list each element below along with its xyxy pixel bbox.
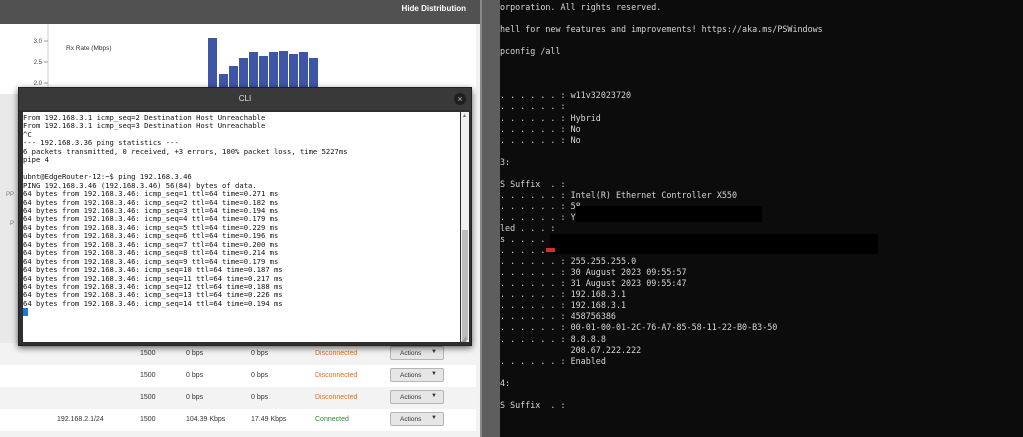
redaction-marker (546, 248, 555, 252)
rx-cell: 0 bps (251, 394, 269, 401)
rx-rate-chart: 3.0 2.5 2.0 Rx Rate (Mbps) (34, 24, 318, 94)
console-line: . . . . . . : Intel(R) Ethernet Controll… (500, 189, 737, 200)
tx-cell: 0 bps (186, 350, 204, 357)
tx-cell: 0 bps (186, 394, 204, 401)
status-cell: Disconnected (315, 350, 358, 357)
terminal-cursor (23, 308, 28, 317)
console-line: . . . . . . : 192.168.3.1 (500, 300, 627, 311)
console-line: 4: (500, 377, 511, 388)
address-cell: 192.168.2.1/24 (57, 416, 104, 423)
rx-cell: 0 bps (251, 372, 269, 379)
tx-cell: 0 bps (186, 372, 204, 379)
scrollbar-thumb[interactable] (462, 230, 468, 340)
console-line: S Suffix . : (500, 178, 566, 189)
y-tick-label: 2.5 (34, 60, 43, 66)
status-cell: Connected (315, 416, 349, 423)
actions-button[interactable]: Actions ▼ (390, 368, 444, 382)
console-line: hell for new features and improvements! … (500, 24, 823, 35)
actions-label: Actions (400, 416, 422, 423)
redaction-block (576, 206, 762, 222)
dashboard-topbar: Hide Distribution (0, 0, 480, 24)
side-label: P (10, 221, 15, 227)
terminal-line: pipe 4 (23, 155, 49, 165)
status-cell: Disconnected (315, 394, 358, 401)
table-row: 1500 0 bps 0 bps Disconnected Actions ▼ (0, 387, 476, 409)
redaction-block (550, 234, 878, 254)
mtu-cell: 1500 (140, 372, 156, 379)
console-line: . . . . . . : 192.168.3.1 (500, 289, 627, 300)
scroll-up-icon[interactable]: ▲ (462, 113, 467, 119)
rx-cell: 17.49 Kbps (251, 416, 287, 423)
cli-scrollbar[interactable]: ▲ (461, 112, 469, 342)
console-line: . . . . . . : Hybrid (500, 112, 601, 123)
traffic-chart-panel: 3.0 2.5 2.0 Rx Rate (Mbps) (0, 24, 476, 94)
chart-legend: Rx Rate (Mbps) (66, 45, 112, 52)
y-tick-label: 3.0 (34, 39, 43, 45)
caret-down-icon: ▼ (431, 393, 437, 399)
actions-button[interactable]: Actions ▼ (390, 390, 444, 404)
console-line: . . . . . . : 31 August 2023 09:55:47 (500, 278, 687, 289)
console-line: . . . . . . : No (500, 134, 581, 145)
caret-down-icon: ▼ (431, 349, 437, 355)
actions-label: Actions (400, 350, 422, 357)
interface-list-edge: PP P (0, 94, 20, 344)
actions-label: Actions (400, 372, 422, 379)
mtu-cell: 1500 (140, 394, 156, 401)
console-line: . . . . . . : 30 August 2023 09:55:57 (500, 267, 687, 278)
console-line: . . . . . . : 458756386 (500, 311, 616, 322)
rx-cell: 0 bps (251, 350, 269, 357)
console-line: . . . . . . : Yes (500, 211, 586, 222)
terminal-line: ubnt@EdgeRouter-12:~$ ping 192.168.3.46 (23, 172, 192, 182)
close-icon[interactable]: × (454, 93, 466, 105)
terminal-line: 64 bytes from 192.168.3.46: icmp_seq=1 t… (23, 189, 279, 199)
console-line: orporation. All rights reserved. (500, 2, 662, 12)
table-row: 1500 0 bps 0 bps Disconnected Actions ▼ (0, 343, 476, 365)
console-line: . . . . . . : w11v32023720 (500, 90, 632, 101)
console-line: . . . . . . : 8.8.8.8 (500, 333, 606, 344)
cli-titlebar[interactable]: CLI × (19, 88, 471, 110)
actions-label: Actions (400, 394, 422, 401)
resize-grip-icon[interactable]: ◢ (461, 335, 469, 343)
terminal-line: From 192.168.3.1 icmp_seq=3 Destination … (23, 121, 266, 131)
rx-rate-bars (208, 38, 318, 94)
cli-title: CLI (238, 94, 252, 103)
powershell-window[interactable]: orporation. All rights reserved. hell for… (500, 0, 1023, 437)
console-line: . . . . . . : 255.255.255.0 (500, 256, 637, 267)
tx-cell: 104.39 Kbps (186, 416, 226, 423)
console-line: led . . . : (500, 223, 556, 233)
hide-distribution-link[interactable]: Hide Distribution (402, 4, 466, 13)
status-cell: Disconnected (315, 372, 358, 379)
actions-button[interactable]: Actions ▼ (390, 412, 444, 426)
cli-window: CLI × From 192.168.3.1 icmp_seq=2 Destin… (18, 87, 472, 346)
console-line: 3: (500, 156, 511, 167)
console-line: 208.67.222.222 (500, 344, 642, 355)
console-line: . . . . . . : (500, 101, 566, 112)
actions-button[interactable]: Actions ▼ (390, 346, 444, 360)
terminal-line: 6 packets transmitted, 0 received, +3 er… (23, 146, 348, 156)
terminal-line: 64 bytes from 192.168.3.46: icmp_seq=14 … (23, 298, 283, 308)
console-line: . . . . . . : No (500, 123, 581, 134)
caret-down-icon: ▼ (431, 371, 437, 377)
console-line: S Suffix . : (500, 399, 566, 410)
pane-divider[interactable] (480, 0, 500, 437)
terminal-line: 64 bytes from 192.168.3.46: icmp_seq=10 … (23, 265, 283, 275)
console-line: pconfig /all (500, 46, 561, 57)
caret-down-icon: ▼ (431, 415, 437, 421)
console-line: s . . . . . (500, 234, 556, 245)
side-label: PP (6, 192, 15, 198)
terminal-line: 64 bytes from 192.168.3.46: icmp_seq=8 t… (23, 248, 279, 258)
cli-terminal[interactable]: From 192.168.3.1 icmp_seq=2 Destination … (23, 112, 460, 342)
mtu-cell: 1500 (140, 350, 156, 357)
table-row: 1500 0 bps 0 bps Disconnected Actions ▼ (0, 365, 476, 387)
table-row: 192.168.2.1/24 1500 104.39 Kbps 17.49 Kb… (0, 409, 476, 431)
console-line: . . . . . . : Enabled (500, 355, 606, 366)
chart-bar (208, 38, 217, 94)
console-line: . . . . . . : 00-01-00-01-2C-76-A7-85-58… (500, 322, 778, 333)
console-line: . . . . . . : 58- (500, 200, 586, 211)
mtu-cell: 1500 (140, 416, 156, 423)
